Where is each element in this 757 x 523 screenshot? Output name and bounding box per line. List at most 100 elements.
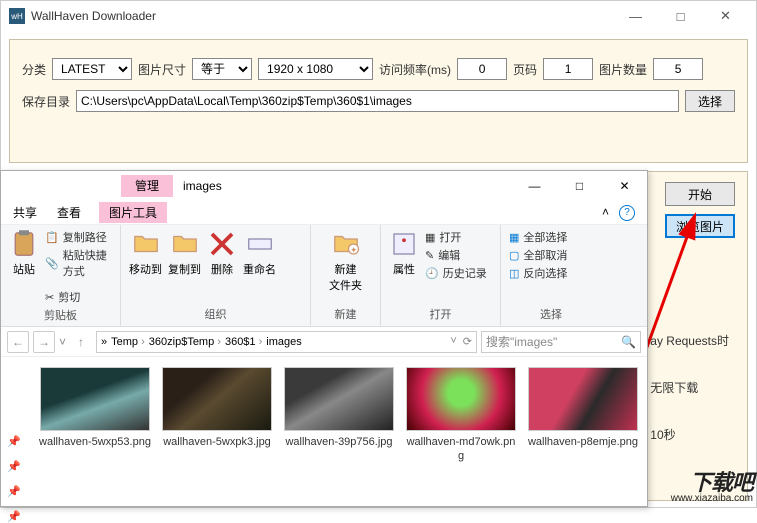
crumb-1[interactable]: 360zip$Temp <box>149 336 221 348</box>
file-name: wallhaven-39p756.jpg <box>283 435 395 449</box>
nav-up-button[interactable]: ↑ <box>70 331 92 353</box>
watermark: 下载吧 www.xiazaiba.com <box>671 472 753 504</box>
addr-dropdown-icon[interactable]: ˅ <box>450 335 456 348</box>
refresh-icon[interactable]: ⟳ <box>463 335 472 348</box>
savedir-input[interactable] <box>76 90 679 112</box>
close-button[interactable]: ✕ <box>703 1 748 31</box>
properties-icon <box>389 229 419 259</box>
file-item[interactable]: wallhaven-5wxpk3.jpg <box>161 367 273 464</box>
window-title: WallHaven Downloader <box>31 9 613 23</box>
chevron-right-icon: » <box>101 336 107 348</box>
edit-icon: ✎ <box>425 249 434 262</box>
svg-text:✦: ✦ <box>349 245 357 255</box>
nav-recent-icon[interactable]: ˅ <box>59 335 66 349</box>
explorer-close-button[interactable]: ✕ <box>602 172 647 200</box>
size-label: 图片尺寸 <box>138 61 186 78</box>
count-label: 图片数量 <box>599 61 647 78</box>
nav-back-button[interactable]: ← <box>7 331 29 353</box>
count-input[interactable] <box>653 58 703 80</box>
explorer-window: 管理 images — □ ✕ 共享 查看 图片工具 ˄ ? 站贴 📋复制路径 <box>0 170 648 507</box>
file-thumbnail <box>528 367 638 431</box>
crumb-2[interactable]: 360$1 <box>225 336 262 348</box>
open-icon: ▦ <box>425 231 435 244</box>
explorer-ribbon: 站贴 📋复制路径 📎粘贴快捷方式 ✂剪切 剪贴板 移动到 复制到 删除 重命名 … <box>1 225 647 327</box>
move-to-button[interactable]: 移动到 <box>129 229 162 277</box>
note-1: ay Requests时 <box>650 332 729 349</box>
page-input[interactable] <box>543 58 593 80</box>
path-icon: 📋 <box>45 231 59 244</box>
ribbon-new-label: 新建 <box>319 304 372 322</box>
properties-button[interactable]: 属性 <box>389 229 419 277</box>
menu-view[interactable]: 查看 <box>57 204 81 221</box>
quick-access-pins: 📌 📌 📌 📌 <box>7 435 21 523</box>
edit-item[interactable]: ✎编辑 <box>425 247 487 263</box>
delete-icon <box>207 229 237 259</box>
explorer-maximize-button[interactable]: □ <box>557 172 602 200</box>
pin-icon: 📌 <box>7 510 21 523</box>
settings-panel: 分类 LATEST 图片尺寸 等于 1920 x 1080 访问频率(ms) 页… <box>9 39 748 163</box>
explorer-folder-name: images <box>183 179 222 193</box>
file-item[interactable]: wallhaven-p8emje.png <box>527 367 639 464</box>
select-all-item[interactable]: ▦全部选择 <box>509 229 567 245</box>
pin-icon: 📌 <box>7 435 21 448</box>
minimize-button[interactable]: — <box>613 1 658 31</box>
browse-images-button[interactable]: 浏览图片 <box>665 214 735 238</box>
shortcut-icon: 📎 <box>45 257 59 270</box>
help-icon[interactable]: ? <box>619 205 635 221</box>
size-op-select[interactable]: 等于 <box>192 58 252 80</box>
file-thumbnail <box>162 367 272 431</box>
new-folder-icon: ✦ <box>331 229 361 259</box>
select-dir-button[interactable]: 选择 <box>685 90 735 112</box>
history-item[interactable]: 🕘历史记录 <box>425 265 487 281</box>
open-item[interactable]: ▦打开 <box>425 229 487 245</box>
category-select[interactable]: LATEST <box>52 58 132 80</box>
clipboard-icon <box>9 229 39 259</box>
invert-icon: ◫ <box>509 267 519 280</box>
explorer-search-input[interactable]: 搜索"images" 🔍 <box>481 331 641 353</box>
paste-shortcut-item[interactable]: 📎粘贴快捷方式 <box>45 247 112 279</box>
start-button[interactable]: 开始 <box>665 182 735 206</box>
history-icon: 🕘 <box>425 267 439 280</box>
page-label: 页码 <box>513 61 537 78</box>
menu-share[interactable]: 共享 <box>13 204 37 221</box>
savedir-label: 保存目录 <box>22 93 70 110</box>
side-notes: ay Requests时 无限下载 10秒 <box>650 332 729 473</box>
crumb-0[interactable]: Temp <box>111 336 145 348</box>
deselect-icon: ▢ <box>509 249 519 262</box>
file-name: wallhaven-p8emje.png <box>527 435 639 449</box>
folder-move-icon <box>131 229 161 259</box>
file-item[interactable]: wallhaven-5wxp53.png <box>39 367 151 464</box>
paste-button[interactable]: 站贴 <box>9 229 39 277</box>
copy-to-button[interactable]: 复制到 <box>168 229 201 277</box>
nav-forward-button[interactable]: → <box>33 331 55 353</box>
file-list: wallhaven-5wxp53.pngwallhaven-5wxpk3.jpg… <box>31 357 647 474</box>
freq-input[interactable] <box>457 58 507 80</box>
explorer-tab-manage[interactable]: 管理 <box>121 175 173 197</box>
new-folder-button[interactable]: ✦新建 文件夹 <box>329 229 362 293</box>
file-item[interactable]: wallhaven-39p756.jpg <box>283 367 395 464</box>
explorer-minimize-button[interactable]: — <box>512 172 557 200</box>
resolution-select[interactable]: 1920 x 1080 <box>258 58 373 80</box>
ribbon-collapse-icon[interactable]: ˄ <box>602 205 609 221</box>
note-2: 无限下载 <box>650 379 729 396</box>
delete-button[interactable]: 删除 <box>207 229 237 277</box>
copy-path-item[interactable]: 📋复制路径 <box>45 229 112 245</box>
cut-item[interactable]: ✂剪切 <box>45 289 112 305</box>
rename-icon <box>245 229 275 259</box>
deselect-all-item[interactable]: ▢全部取消 <box>509 247 567 263</box>
search-icon: 🔍 <box>621 335 636 349</box>
file-name: wallhaven-md7owk.png <box>405 435 517 464</box>
pin-icon: 📌 <box>7 460 21 473</box>
file-item[interactable]: wallhaven-md7owk.png <box>405 367 517 464</box>
explorer-address-bar: ← → ˅ ↑ » Temp 360zip$Temp 360$1 images … <box>1 327 647 357</box>
file-thumbnail <box>406 367 516 431</box>
ribbon-organize-label: 组织 <box>129 304 302 322</box>
rename-button[interactable]: 重命名 <box>243 229 276 277</box>
maximize-button[interactable]: □ <box>658 1 703 31</box>
tab-picture-tools[interactable]: 图片工具 <box>99 202 167 223</box>
invert-select-item[interactable]: ◫反向选择 <box>509 265 567 281</box>
explorer-menu-row: 共享 查看 图片工具 ˄ ? <box>1 201 647 225</box>
crumb-3[interactable]: images <box>266 336 301 348</box>
file-thumbnail <box>284 367 394 431</box>
breadcrumb-bar[interactable]: » Temp 360zip$Temp 360$1 images ˅ ⟳ <box>96 331 477 353</box>
